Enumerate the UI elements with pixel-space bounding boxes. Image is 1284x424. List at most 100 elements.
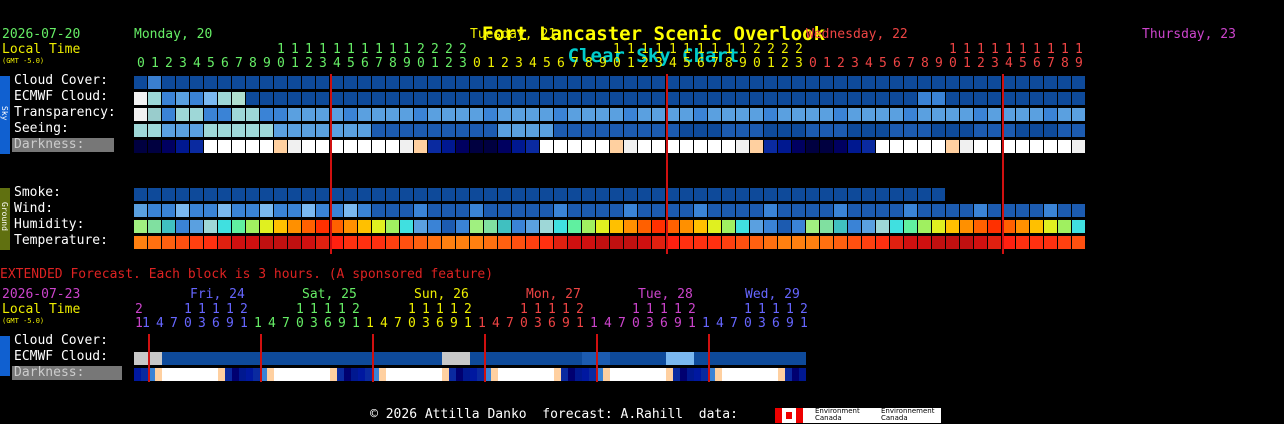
ext-cloud-cell (316, 352, 323, 365)
ext-hour-ones: 1 (464, 316, 472, 331)
label-cloud-cover[interactable]: Cloud Cover: (14, 74, 108, 88)
ext-cloud-cell (274, 352, 281, 365)
ext-hour-ones: 3 (198, 316, 206, 331)
ext-darkness-cell (582, 368, 589, 381)
transp-cell (428, 108, 441, 121)
ecmwf-cell (778, 92, 791, 105)
ext-hour-ones: 4 (380, 316, 388, 331)
humidity-cell (190, 220, 203, 233)
hour-ones: 6 (361, 56, 369, 71)
label-seeing[interactable]: Seeing: (14, 122, 69, 136)
label-ecmwf-cloud[interactable]: ECMWF Cloud: (14, 90, 108, 104)
transp-cell (848, 108, 861, 121)
ext-hour-ones: 3 (534, 316, 542, 331)
hour-ones: 5 (543, 56, 551, 71)
ext-cloud-cell (407, 352, 414, 365)
label-transparency[interactable]: Transparency: (14, 106, 116, 120)
smoke-cell (820, 188, 833, 201)
seeing-cell (890, 124, 903, 137)
ext-darkness-cell (456, 368, 463, 381)
hour-ones: 0 (417, 56, 425, 71)
environment-canada-logo[interactable]: Environment Canada Environnement Canada (803, 408, 941, 423)
hour-ones: 8 (249, 56, 257, 71)
cloud-cell (582, 76, 595, 89)
wind-cell (848, 204, 861, 217)
ext-label-ecmwf-cloud[interactable]: ECMWF Cloud: (14, 350, 108, 364)
seeing-cell (596, 124, 609, 137)
hour-ones: 1 (487, 56, 495, 71)
seeing-cell (610, 124, 623, 137)
humidity-cell (694, 220, 707, 233)
darkness-cell (792, 140, 805, 153)
humidity-cell (680, 220, 693, 233)
temperature-cell (204, 236, 217, 249)
smoke-cell (190, 188, 203, 201)
label-temperature[interactable]: Temperature: (14, 234, 108, 248)
seeing-cell (484, 124, 497, 137)
seeing-cell (526, 124, 539, 137)
ext-label-darkness[interactable]: Darkness: (12, 366, 122, 380)
ext-hour-ones: 0 (184, 316, 192, 331)
smoke-cell (442, 188, 455, 201)
ecmwf-cell (176, 92, 189, 105)
darkness-cell (722, 140, 735, 153)
ext-hour-ones: 3 (310, 316, 318, 331)
ext-darkness-cell (176, 368, 183, 381)
ecmwf-cell (316, 92, 329, 105)
wind-cell (190, 204, 203, 217)
hour-tens: 1 (305, 42, 313, 57)
ext-darkness-cell (330, 368, 337, 381)
label-humidity[interactable]: Humidity: (14, 218, 84, 232)
ext-cloud-cell (673, 352, 680, 365)
cloud-cell (232, 76, 245, 89)
humidity-cell (960, 220, 973, 233)
ext-hour-tens: 1 (562, 302, 570, 317)
wind-cell (862, 204, 875, 217)
wind-cell (806, 204, 819, 217)
extended-local-time: Local Time (2, 302, 81, 317)
ecmwf-cell (806, 92, 819, 105)
seeing-cell (932, 124, 945, 137)
ext-hour-tens: 1 (744, 302, 752, 317)
seeing-cell (946, 124, 959, 137)
humidity-cell (834, 220, 847, 233)
agency-en: Environment Canada (815, 407, 860, 422)
hour-ones: 0 (753, 56, 761, 71)
ext-hour-ones: 9 (226, 316, 234, 331)
humidity-cell (442, 220, 455, 233)
label-darkness[interactable]: Darkness: (12, 138, 114, 152)
label-wind[interactable]: Wind: (14, 202, 53, 216)
ext-hour-tens: 1 (520, 302, 528, 317)
label-smoke[interactable]: Smoke: (14, 186, 61, 200)
smoke-cell (834, 188, 847, 201)
ext-darkness-cell (764, 368, 771, 381)
seeing-cell (806, 124, 819, 137)
ext-label-cloud-cover[interactable]: Cloud Cover: (14, 334, 108, 348)
temperature-cell (134, 236, 147, 249)
seeing-cell (498, 124, 511, 137)
ext-darkness-cell (519, 368, 526, 381)
smoke-cell (134, 188, 147, 201)
darkness-cell (358, 140, 371, 153)
ecmwf-cell (456, 92, 469, 105)
darkness-cell (876, 140, 889, 153)
cloud-cell (806, 76, 819, 89)
cloud-cell (610, 76, 623, 89)
temperature-cell (652, 236, 665, 249)
temperature-cell (694, 236, 707, 249)
cloud-cell (652, 76, 665, 89)
ext-cloud-cell (246, 352, 253, 365)
hour-ones: 1 (627, 56, 635, 71)
ext-darkness-cell (540, 368, 547, 381)
ext-cloud-cell (701, 352, 708, 365)
temperature-cell (974, 236, 987, 249)
smoke-cell (708, 188, 721, 201)
ext-hour-ones: 4 (716, 316, 724, 331)
canada-flag-icon[interactable] (775, 408, 803, 423)
cloud-cell (820, 76, 833, 89)
wind-cell (1072, 204, 1085, 217)
ext-midnight-line (148, 334, 150, 382)
hour-ones: 4 (193, 56, 201, 71)
ecmwf-cell (554, 92, 567, 105)
wind-cell (232, 204, 245, 217)
